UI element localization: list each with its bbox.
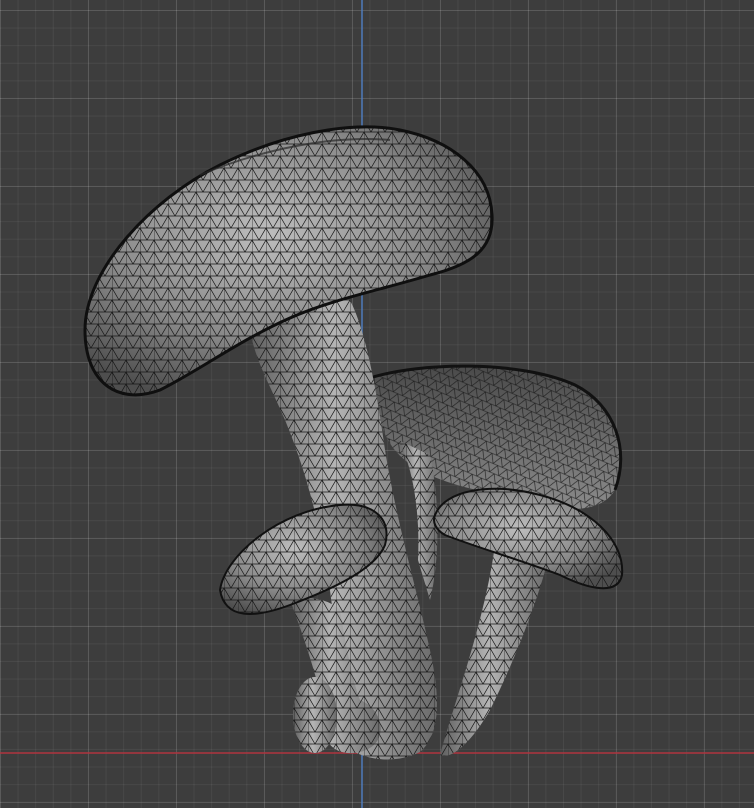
back-right-cap xyxy=(369,364,623,510)
mushroom-mesh[interactable] xyxy=(83,125,624,760)
3d-viewport[interactable] xyxy=(0,0,754,808)
right-small-stem xyxy=(440,545,548,756)
viewport-canvas xyxy=(0,0,754,808)
